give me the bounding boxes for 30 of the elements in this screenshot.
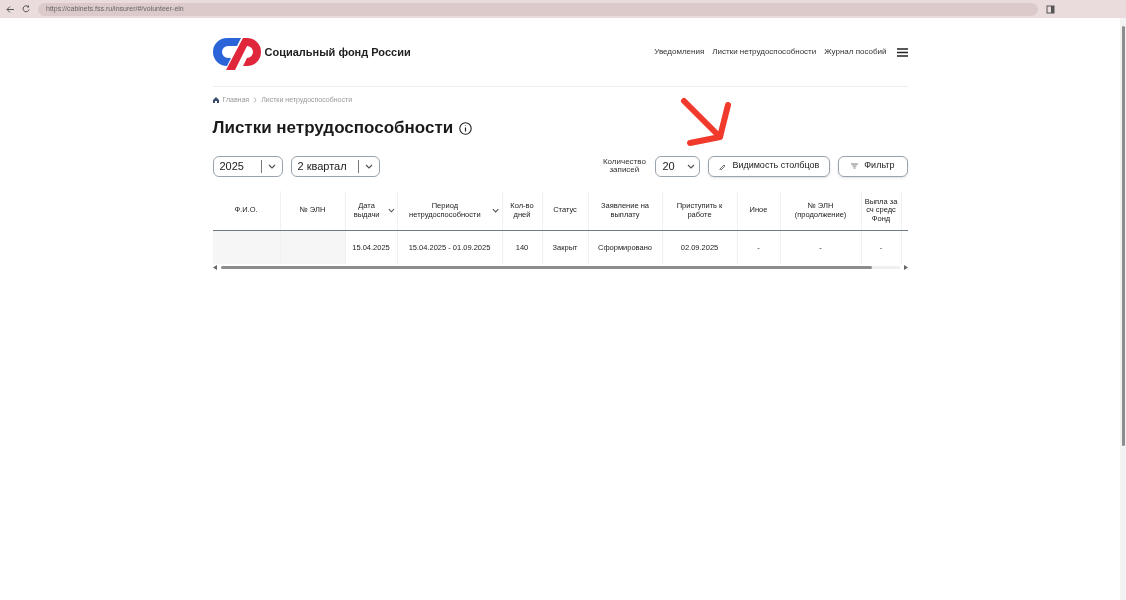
filter-button[interactable]: Фильтр [838, 155, 908, 177]
filter-icon [851, 163, 859, 169]
back-icon[interactable] [6, 5, 14, 13]
chevron-down-icon [267, 163, 276, 169]
brand-name: Социальный фонд России [264, 44, 411, 60]
info-icon[interactable] [459, 121, 473, 135]
page-title: Листки нетрудоспособности [212, 117, 454, 140]
vertical-scrollbar[interactable] [1120, 18, 1126, 600]
year-select[interactable]: 2025 [212, 155, 283, 177]
collections-icon[interactable] [1046, 4, 1055, 14]
blurred-cell [212, 231, 281, 264]
chevron-down-icon [686, 163, 695, 169]
column-visibility-button[interactable]: Видимость столбцов [708, 155, 831, 177]
blurred-cell [280, 231, 346, 264]
horizontal-scrollbar[interactable] [212, 264, 908, 271]
home-icon[interactable] [212, 97, 219, 103]
chevron-down-icon [387, 208, 395, 213]
pencil-icon [719, 162, 727, 170]
nav-link[interactable]: Журнал пособий [824, 46, 887, 58]
quarter-select[interactable]: 2 квартал [290, 155, 380, 177]
scroll-right-icon[interactable] [903, 265, 908, 270]
chevron-down-icon [492, 208, 500, 213]
chevron-right-icon [253, 97, 258, 103]
menu-icon[interactable] [896, 47, 908, 57]
reload-icon[interactable] [22, 5, 30, 13]
chevron-down-icon [364, 163, 373, 169]
nav-link[interactable]: Уведомления [654, 46, 705, 58]
records-label: Количество записей [601, 157, 647, 175]
records-select[interactable]: 20 [655, 155, 701, 177]
nav-link[interactable]: Листки нетрудоспособности [712, 46, 817, 58]
